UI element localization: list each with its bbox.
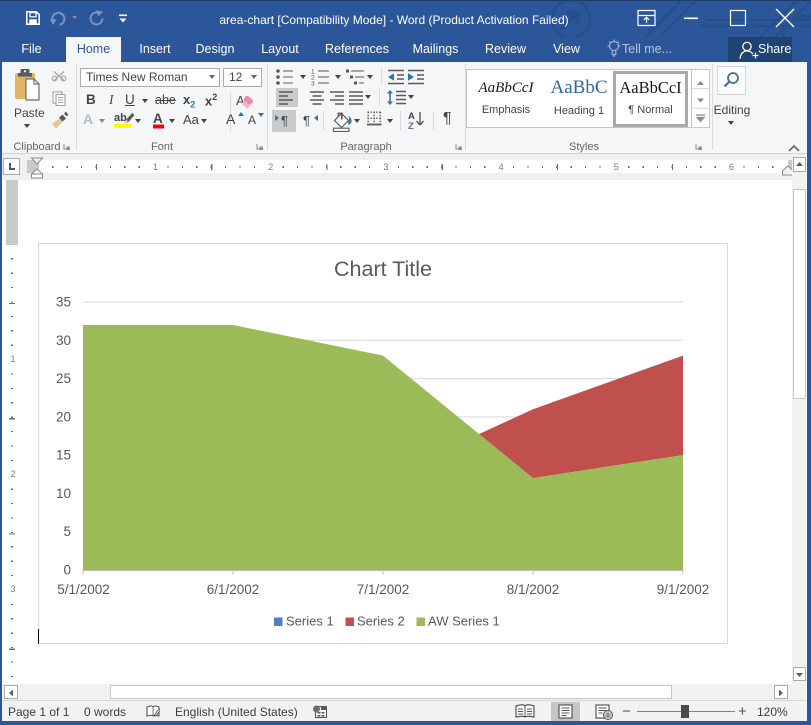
svg-text:5/1/2002: 5/1/2002 [57, 582, 110, 597]
svg-text:5: 5 [63, 524, 71, 539]
svg-text:8/1/2002: 8/1/2002 [507, 582, 560, 597]
svg-text:30: 30 [56, 333, 71, 348]
svg-text:A: A [153, 111, 163, 126]
svg-text:0: 0 [63, 563, 71, 578]
svg-text:A: A [248, 113, 256, 127]
svg-text:6/1/2002: 6/1/2002 [207, 582, 260, 597]
svg-text:Series 1: Series 1 [286, 614, 334, 629]
svg-text:25: 25 [56, 371, 71, 386]
svg-text:7/1/2002: 7/1/2002 [357, 582, 410, 597]
svg-text:A: A [226, 111, 236, 127]
svg-text:Z: Z [408, 121, 414, 130]
svg-text:9/1/2002: 9/1/2002 [657, 582, 710, 597]
svg-text:15: 15 [56, 448, 71, 463]
svg-text:A: A [236, 93, 245, 108]
svg-text:3: 3 [311, 81, 315, 88]
svg-text:¶: ¶ [303, 113, 310, 128]
svg-text:20: 20 [56, 409, 71, 424]
svg-text:¶: ¶ [281, 113, 288, 128]
svg-text:10: 10 [56, 486, 71, 501]
svg-text:Chart Title: Chart Title [334, 257, 432, 281]
svg-text:AW Series 1: AW Series 1 [428, 614, 500, 629]
svg-text:35: 35 [56, 295, 71, 310]
svg-text:Series 2: Series 2 [357, 614, 405, 629]
